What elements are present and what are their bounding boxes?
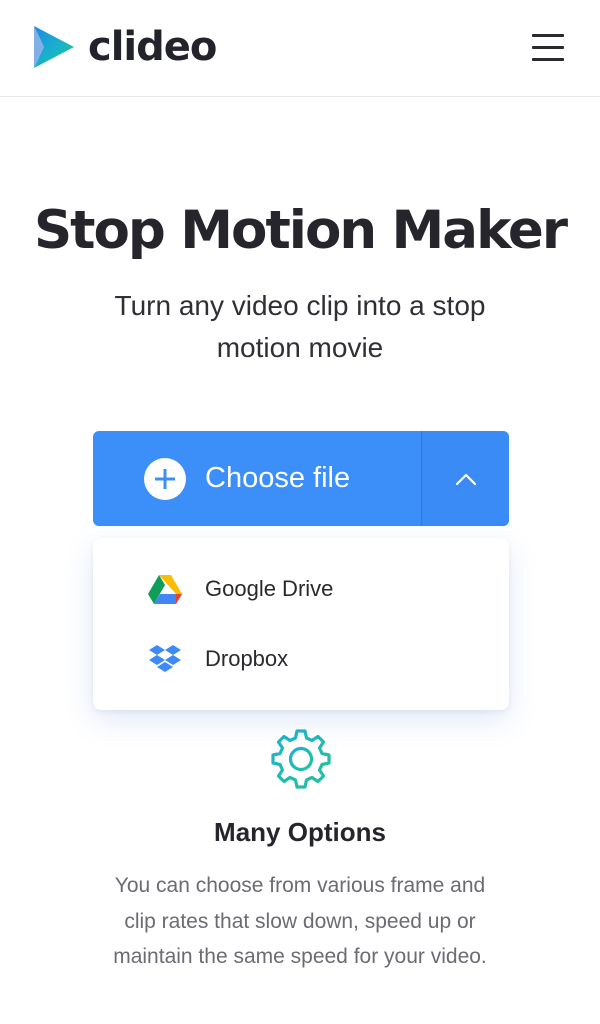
chevron-up-icon (455, 473, 476, 485)
feature-description: You can choose from various frame and cl… (113, 874, 487, 968)
menu-line (532, 46, 564, 49)
site-header: clideo (0, 0, 600, 97)
choose-file-button[interactable]: Choose file (93, 431, 421, 526)
clideo-play-logo-icon (34, 26, 74, 68)
menu-line (532, 58, 564, 61)
upload-source-dropdown: Google Drive Dropbox (93, 538, 509, 710)
google-drive-icon (145, 574, 185, 604)
choose-file-button-group: Choose file (93, 431, 509, 526)
page-subtitle: Turn any video clip into a stop motion m… (114, 290, 486, 363)
choose-file-label: Choose file (205, 462, 351, 494)
feature-title: Many Options (214, 817, 386, 847)
dropbox-icon (145, 644, 185, 674)
clideo-logo[interactable]: clideo (30, 22, 217, 72)
gear-icon (271, 729, 331, 789)
plus-circle-icon (144, 457, 186, 500)
hamburger-menu-button[interactable] (528, 30, 568, 64)
google-drive-label: Google Drive (205, 576, 334, 601)
page-title: Stop Motion Maker (34, 200, 568, 261)
upload-source-toggle[interactable] (421, 431, 509, 526)
dropbox-label: Dropbox (205, 646, 289, 671)
dropdown-item-google-drive[interactable]: Google Drive (93, 559, 509, 619)
dropdown-item-dropbox[interactable]: Dropbox (93, 629, 509, 689)
brand-name: clideo (88, 24, 217, 70)
hamburger-menu-icon (532, 34, 564, 37)
